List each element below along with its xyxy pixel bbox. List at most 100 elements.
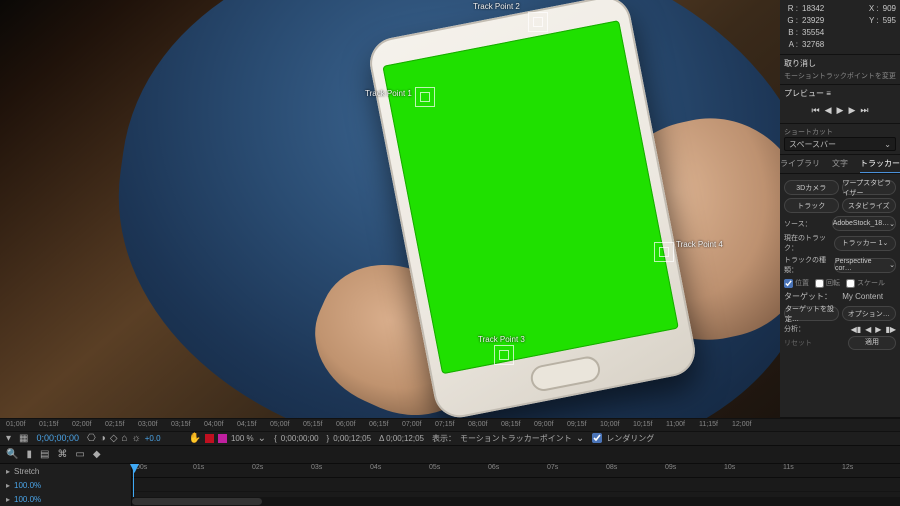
analyze-back-icon[interactable]: ◀ [865,325,871,334]
render-checkbox[interactable]: レンダリング [592,433,654,444]
current-timecode[interactable]: 0;00;00;00 [36,433,79,443]
time-duration[interactable]: 0;00;12;05 [333,434,371,443]
source-label: ソース： [784,219,812,229]
tl-tick: 12s [842,464,853,471]
ruler-tick: 02;00f [72,421,91,428]
stretch-val-1[interactable]: 100.0% [14,481,41,490]
chevron-down-icon[interactable]: ⌄ [258,433,266,444]
go-end-icon[interactable]: ⏭ [860,105,868,116]
tl-tick: 11s [783,464,794,471]
ruler-tick: 09;00f [534,421,553,428]
ruler-tick: 10;15f [633,421,652,428]
hand-icon[interactable]: ✋ [189,433,201,444]
grid-icon[interactable]: ▦ [19,433,28,444]
info-g: 23929 [802,15,824,27]
track-type-label: トラックの種類： [784,255,834,275]
btn-3d-camera[interactable]: 3Dカメラ [784,180,839,195]
swatch-red[interactable] [205,434,214,443]
tl-tick: 10s [724,464,735,471]
tab-text[interactable]: 文字 [820,155,860,173]
camera-icon[interactable]: ⌂ [122,433,128,444]
ruler-tick: 05;00f [270,421,289,428]
exposure-value[interactable]: +0.0 [145,434,161,443]
target-label: ターゲット： [784,291,832,303]
time-ruler[interactable]: 01;00f01;15f02;00f02;15f03;00f03;15f04;0… [0,419,900,432]
current-track-label: 現在のトラック： [784,233,834,253]
btn-warp-stabilizer[interactable]: ワープスタビライザー [842,180,897,195]
chevron-down-icon[interactable]: ⌄ [576,433,584,444]
analyze-fwd-icon[interactable]: ▶ [875,325,881,334]
fx-icon[interactable]: ⌘ [57,449,67,460]
preview-panel-title: プレビュー ≡ [784,88,896,99]
shortcut-dropdown[interactable]: スペースバー⌄ [784,137,896,151]
ruler-tick: 04;00f [204,421,223,428]
ruler-tick: 02;15f [105,421,124,428]
region-icon[interactable]: ◇ [110,433,118,444]
time-delta: Δ 0;00;12;05 [379,434,424,443]
analyze-fwd-1-icon[interactable]: ▮▶ [885,325,896,334]
target-value: My Content [842,291,883,303]
ck-scale[interactable]: スケール [846,278,885,288]
current-track-dropdown[interactable]: トラッカー 1 ⌄ [834,236,896,251]
search-icon[interactable]: 🔍 [6,449,18,460]
tab-library[interactable]: ライブラリ [780,155,820,173]
dropdown-icon[interactable]: ▾ [6,433,11,444]
mask-icon[interactable]: ◑ [100,433,106,444]
source-dropdown[interactable]: AdobeStock_18… ⌄ [832,216,896,231]
keyframe-icon[interactable]: ◆ [93,449,101,460]
zoom-value[interactable]: 100 % [231,434,254,443]
display-value[interactable]: モーショントラッカーポイント [460,433,572,444]
btn-apply[interactable]: 適用 [848,336,896,350]
stretch-label[interactable]: Stretch [14,467,39,476]
go-start-icon[interactable]: ⏮ [812,105,820,116]
ck-position[interactable]: 位置 [784,278,809,288]
footer: 01;00f01;15f02;00f02;15f03;00f03;15f04;0… [0,418,900,506]
ruler-tick: 12;00f [732,421,751,428]
timeline-tracks[interactable]: :00s01s02s03s04s05s06s07s08s09s10s11s12s [132,464,900,506]
ruler-tick: 05;15f [303,421,322,428]
viewer-controls: ▾ ▦ 0;00;00;00 ⎔ ◑ ◇ ⌂ ☼ +0.0 ✋ 100 % ⌄ … [0,432,900,446]
ruler-tick: 08;15f [501,421,520,428]
ruler-tick: 06;00f [336,421,355,428]
ruler-tick: 11;15f [699,421,718,428]
ruler-tick: 10;00f [600,421,619,428]
capture-icon[interactable]: ⎔ [87,433,96,444]
undo-title: 取り消し [784,58,896,69]
btn-options[interactable]: オプション… [842,306,897,321]
ruler-tick: 09;15f [567,421,586,428]
ruler-tick: 01;15f [39,421,58,428]
reset-label: リセット [784,338,812,348]
ruler-tick: 07;15f [435,421,454,428]
tl-tick: 09s [665,464,676,471]
info-r: 18342 [802,3,824,15]
composition-viewer[interactable]: Track Point 1 Track Point 2 Track Point … [0,0,780,418]
tl-tick: 04s [370,464,381,471]
track-type-dropdown[interactable]: Perspective cor… ⌄ [834,258,896,273]
stretch-val-2[interactable]: 100.0% [14,495,41,504]
prev-frame-icon[interactable]: ◀ [825,105,832,116]
ruler-tick: 03;00f [138,421,157,428]
tag-icon[interactable]: ▮ [26,449,32,460]
time-current[interactable]: 0;00;00;00 [281,434,319,443]
analyze-label: 分析： [784,324,805,334]
graph-icon[interactable]: ▭ [75,449,84,460]
tl-tick: 06s [488,464,499,471]
btn-track[interactable]: トラック [784,198,839,213]
layer-icon[interactable]: ▤ [40,449,49,460]
ck-rotation[interactable]: 回転 [815,278,840,288]
analyze-back-1-icon[interactable]: ◀▮ [851,325,862,334]
timeline-layers: ▸Stretch ▸100.0% ▸100.0% [0,464,132,506]
next-frame-icon[interactable]: ▶ [848,105,855,116]
ruler-tick: 06;15f [369,421,388,428]
swatch-magenta[interactable] [218,434,227,443]
ruler-tick: 01;00f [6,421,25,428]
tl-tick: 01s [193,464,204,471]
right-panel: R :18342X :909 G :23929Y :595 B :35554 A… [780,0,900,418]
tab-tracker[interactable]: トラッカー [860,155,900,173]
btn-stabilize[interactable]: スタビライズ [842,198,897,213]
play-icon[interactable]: ▶ [837,105,844,116]
exposure-icon[interactable]: ☼ [132,433,141,444]
btn-set-target[interactable]: ターゲットを設定… [784,306,839,321]
timeline-scrollbar[interactable] [132,497,900,506]
preview-image [0,0,780,418]
